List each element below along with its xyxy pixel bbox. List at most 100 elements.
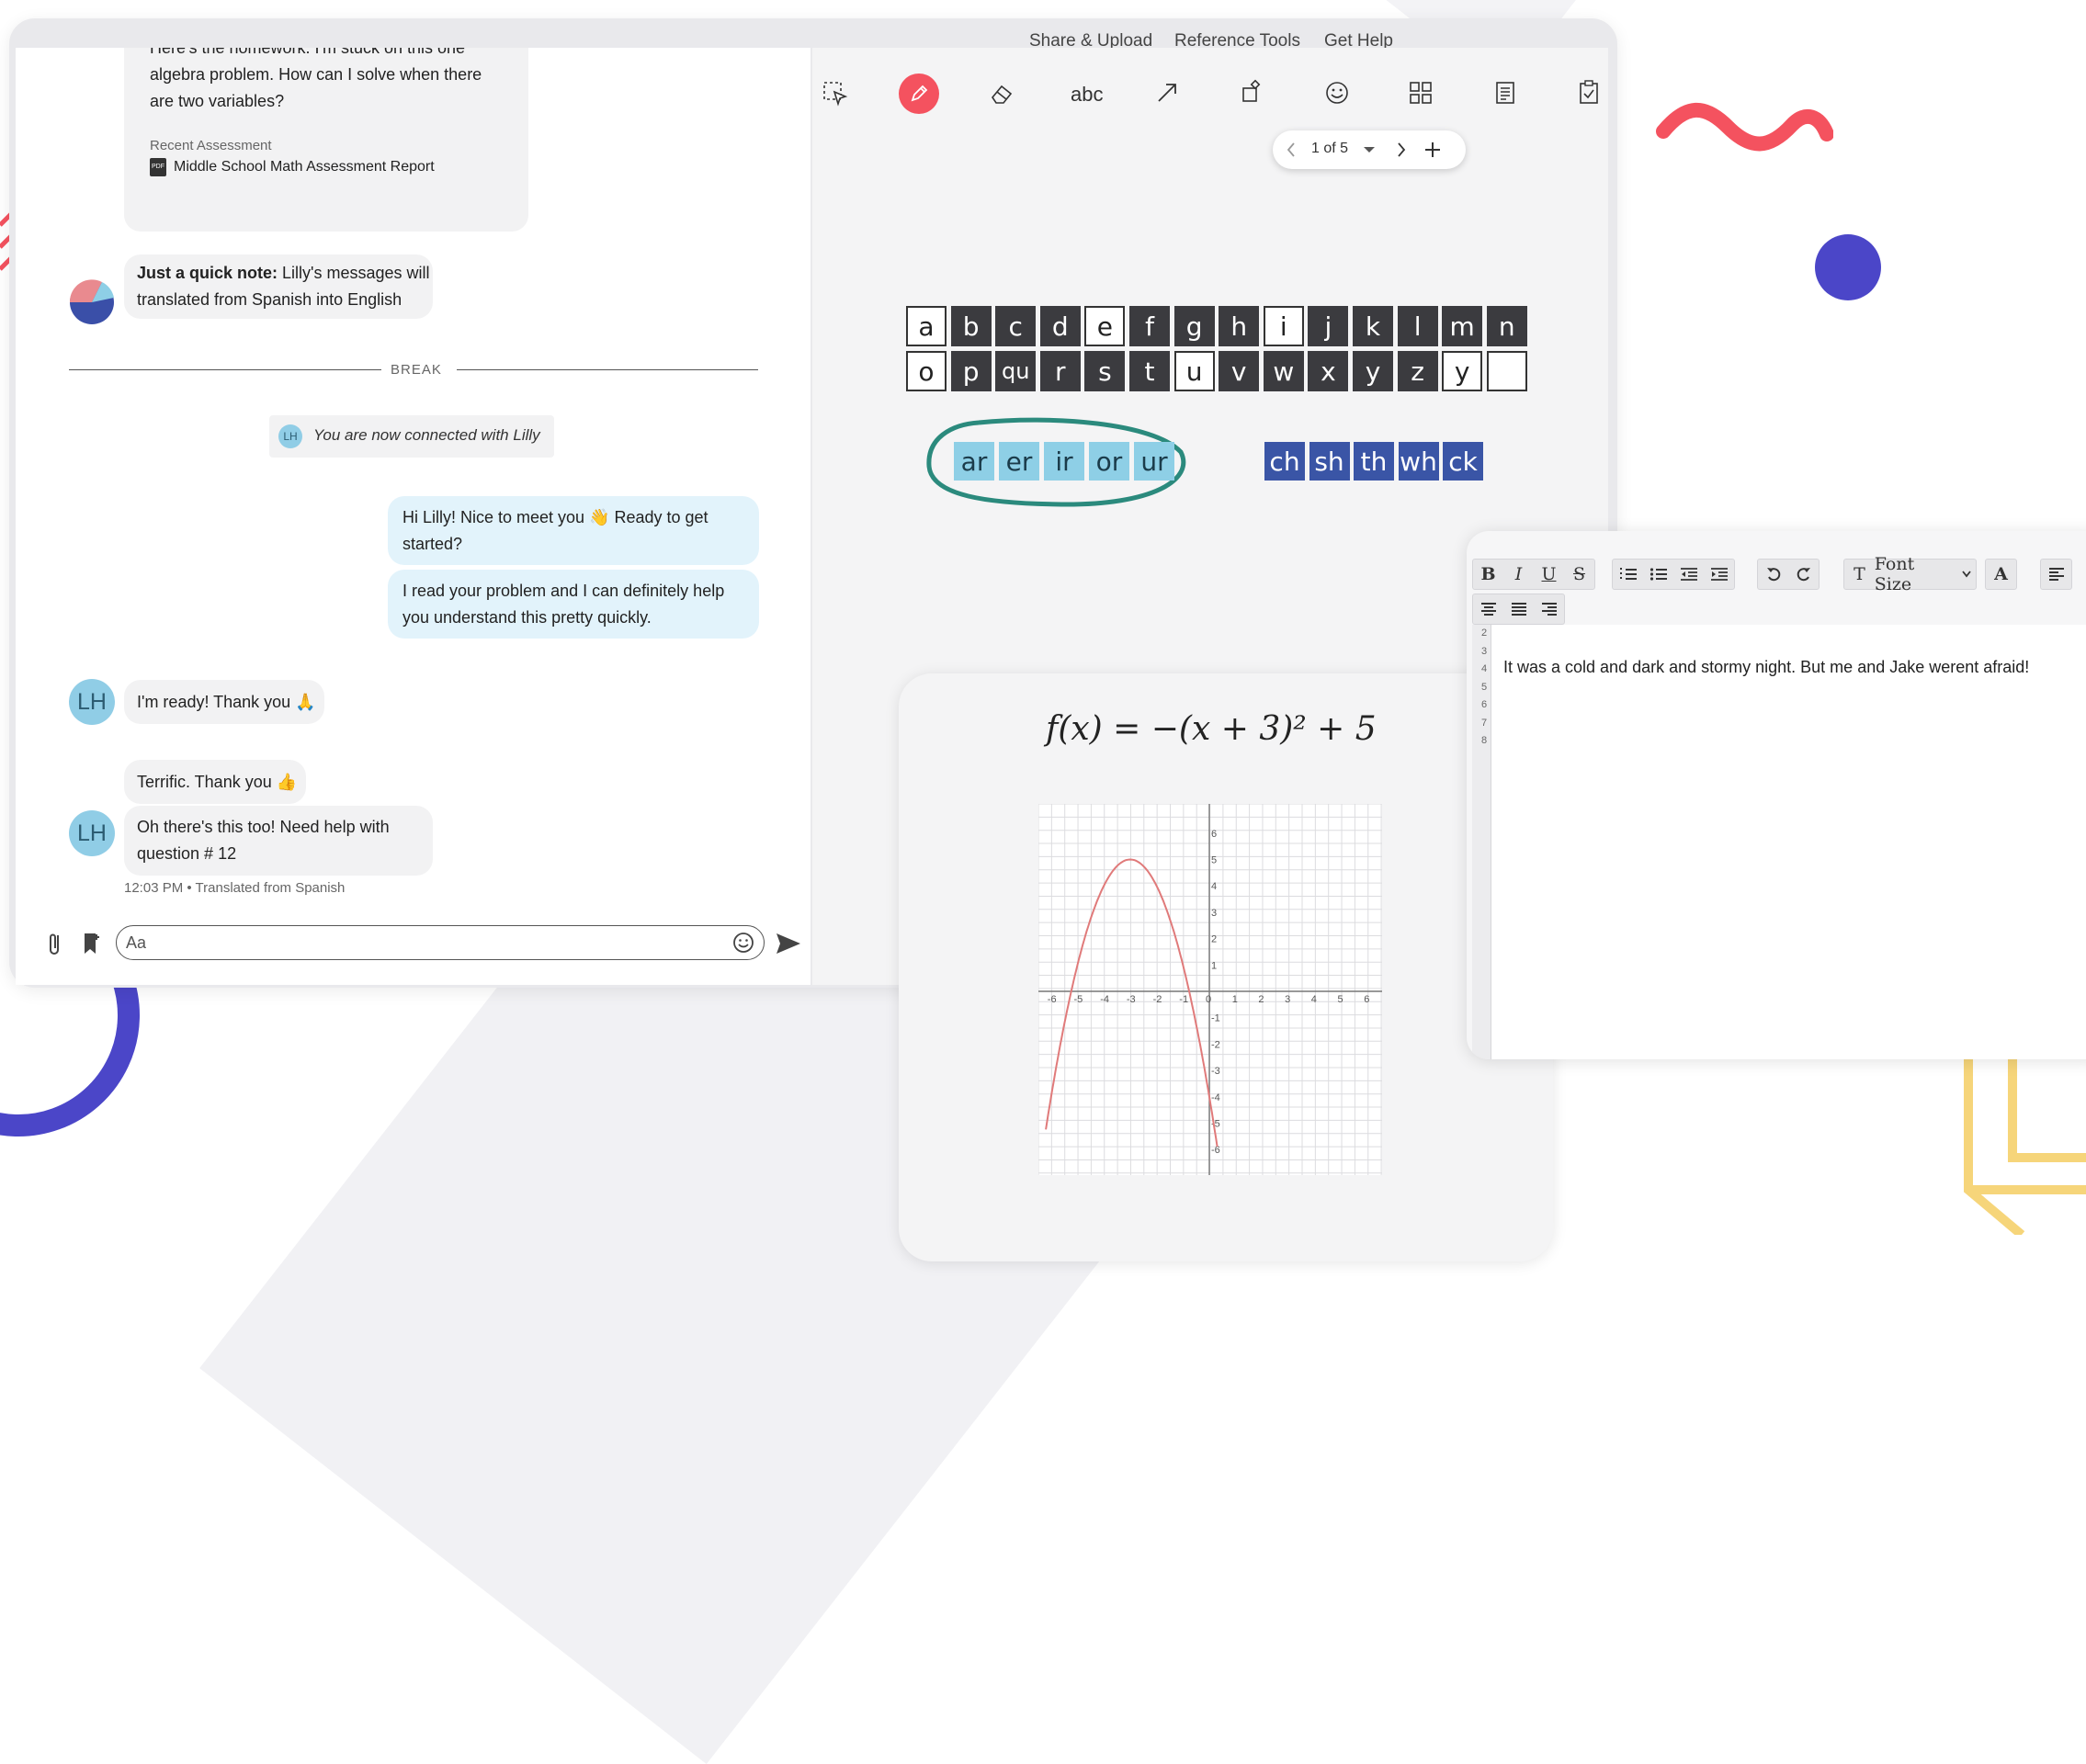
y-tick-label: -4 [1211, 1092, 1220, 1103]
letter-tile[interactable]: u [1173, 351, 1215, 391]
letter-tile[interactable]: o [906, 351, 947, 391]
letter-tile[interactable]: w [1263, 351, 1304, 391]
letter-tile[interactable]: e [1084, 306, 1126, 346]
assessment-report-title[interactable]: Middle School Math Assessment Report [174, 153, 435, 180]
sticker-icon[interactable] [1324, 80, 1350, 106]
line-number: 8 [1481, 735, 1488, 746]
letter-tile[interactable]: y [1442, 351, 1483, 391]
letter-tile[interactable]: qu [995, 351, 1037, 391]
text-color-button[interactable]: A [1986, 560, 2016, 588]
assessment-link[interactable]: PDF Middle School Math Assessment Report [150, 153, 435, 180]
editor-body[interactable] [1491, 625, 2086, 1059]
line-number: 4 [1481, 663, 1488, 674]
letter-tile[interactable]: v [1219, 351, 1260, 391]
align-left-icon[interactable] [2041, 560, 2071, 588]
add-page-icon[interactable] [1423, 141, 1442, 159]
tutor-message: I read your problem and I can definitely… [388, 570, 759, 639]
letter-tile[interactable]: z [1397, 351, 1438, 391]
digraph-tile[interactable]: ch [1264, 442, 1305, 481]
grid-icon[interactable] [1408, 80, 1434, 106]
undo-icon[interactable] [1758, 560, 1788, 588]
vowel-blend-tile[interactable]: or [1089, 442, 1129, 481]
parabola-graph: -6 -5 -4 -3 -2 -1 0 1 2 3 4 5 6654321-1-2-3-4-5-6 [1038, 804, 1382, 1175]
digraph-tile[interactable]: wh [1398, 442, 1439, 481]
pencil-button[interactable] [899, 74, 939, 114]
homework-line: Here's the homework. I'm stuck on this o… [150, 48, 466, 57]
align-left-group [2040, 559, 2072, 590]
chevron-left-icon[interactable] [1286, 141, 1297, 158]
vowel-blend-tile[interactable]: er [999, 442, 1039, 481]
letter-tile[interactable]: r [1039, 351, 1081, 391]
text-editor[interactable]: B I U S T Font Size A 2 3 4 5 6 7 8 It was a c… [1467, 531, 2086, 1059]
eraser-icon[interactable] [989, 81, 1015, 107]
bullet-list-icon[interactable] [1643, 560, 1673, 588]
text-tool-icon[interactable]: abc [1071, 83, 1103, 107]
letter-tile[interactable]: y [1353, 351, 1393, 391]
clipboard-icon[interactable] [1576, 79, 1602, 105]
y-tick-label: 2 [1211, 934, 1217, 945]
bookmark-icon[interactable] [82, 932, 102, 956]
letter-tile[interactable] [1486, 351, 1527, 391]
document-icon[interactable] [1492, 80, 1518, 106]
chevron-right-icon[interactable] [1396, 141, 1407, 158]
italic-button[interactable]: I [1503, 560, 1534, 588]
letter-tile[interactable]: m [1442, 306, 1483, 346]
note-text-line2: translated from Spanish into English [137, 290, 402, 309]
digraph-tile[interactable]: ck [1443, 442, 1483, 481]
font-size-select[interactable]: Font Size [1875, 554, 1976, 594]
letter-tile[interactable]: s [1084, 351, 1126, 391]
letter-tile[interactable]: x [1308, 351, 1349, 391]
letter-tile[interactable]: f [1129, 306, 1170, 346]
shapes-icon[interactable] [1240, 79, 1265, 105]
homework-message: Here's the homework. I'm stuck on this o… [124, 48, 528, 232]
x-tick-label: 5 [1338, 994, 1343, 1005]
outdent-icon[interactable] [1673, 560, 1704, 588]
align-right-icon[interactable] [1534, 595, 1564, 623]
redo-icon[interactable] [1788, 560, 1819, 588]
line-number: 7 [1481, 717, 1488, 729]
align-justify-icon[interactable] [1503, 595, 1534, 623]
letter-tile[interactable]: i [1263, 306, 1304, 346]
chevron-down-icon[interactable] [1363, 146, 1376, 155]
graph-card[interactable]: f(x) = −(x + 3)² + 5 -6 -5 -4 -3 -2 -1 0 1 2 3 4 5 6… [899, 673, 1553, 1261]
align-center-icon[interactable] [1473, 595, 1503, 623]
emoji-icon[interactable] [732, 932, 754, 954]
letter-tile[interactable]: h [1219, 306, 1260, 346]
y-tick-label: 6 [1211, 829, 1217, 840]
timestamp: 12:03 PM [124, 880, 184, 896]
select-icon[interactable] [822, 81, 848, 107]
letter-tile[interactable]: j [1308, 306, 1349, 346]
digraph-tile[interactable]: sh [1309, 442, 1350, 481]
digraph-tile[interactable]: th [1354, 442, 1394, 481]
y-tick-label: -6 [1211, 1145, 1220, 1156]
letter-tile[interactable]: k [1353, 306, 1393, 346]
message-input[interactable]: Aa [116, 925, 765, 960]
letter-tile[interactable]: n [1486, 306, 1527, 346]
letter-tile[interactable]: d [1039, 306, 1081, 346]
student-avatar: LH [69, 810, 115, 856]
editor-text[interactable]: It was a cold and dark and stormy night.… [1503, 658, 2029, 677]
letter-tile[interactable]: p [950, 351, 992, 391]
clear-format-button[interactable]: T [1844, 560, 1875, 588]
letter-tile[interactable]: c [995, 306, 1037, 346]
letter-tile[interactable]: b [950, 306, 992, 346]
vowel-blend-tile[interactable]: ir [1044, 442, 1084, 481]
arrow-icon[interactable] [1155, 79, 1181, 105]
letter-tile[interactable]: l [1397, 306, 1438, 346]
send-icon[interactable] [775, 932, 802, 956]
decor-dot [1815, 234, 1881, 300]
vowel-blend-tile[interactable]: ur [1134, 442, 1174, 481]
ordered-list-icon[interactable] [1613, 560, 1643, 588]
letter-tile[interactable]: a [906, 306, 947, 346]
bold-button[interactable]: B [1473, 560, 1503, 588]
page-indicator: 1 of 5 [1311, 141, 1349, 156]
underline-button[interactable]: U [1534, 560, 1564, 588]
attach-icon[interactable] [46, 930, 64, 957]
color-group: A [1985, 559, 2017, 590]
pdf-icon: PDF [150, 157, 166, 176]
vowel-blend-tile[interactable]: ar [954, 442, 994, 481]
letter-tile[interactable]: g [1173, 306, 1215, 346]
letter-tile[interactable]: t [1129, 351, 1170, 391]
strikethrough-button[interactable]: S [1564, 560, 1594, 588]
indent-icon[interactable] [1704, 560, 1734, 588]
